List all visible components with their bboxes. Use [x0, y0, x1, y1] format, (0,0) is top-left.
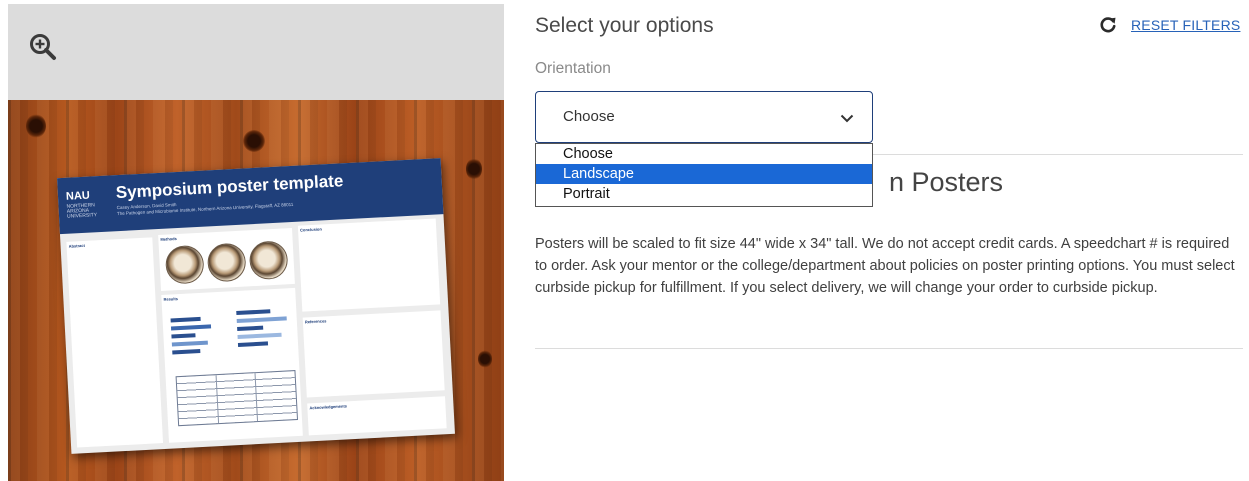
- refresh-icon[interactable]: [1099, 16, 1117, 34]
- product-image-panel: NAU NORTHERN ARIZONA UNIVERSITY Symposiu…: [8, 4, 504, 481]
- reset-filters-button[interactable]: RESET FILTERS: [1099, 16, 1240, 34]
- poster-results: Results: [161, 287, 303, 443]
- options-heading: Select your options: [535, 14, 714, 37]
- logo-subtext: NORTHERN ARIZONA UNIVERSITY: [66, 202, 98, 220]
- chart-bar: [237, 341, 269, 347]
- zoom-in-icon[interactable]: [28, 32, 58, 62]
- chevron-down-icon: [840, 114, 854, 123]
- chart-bar: [236, 316, 287, 324]
- orientation-selected-value: Choose: [563, 108, 615, 125]
- petri-dish-image: [164, 244, 205, 285]
- poster-methods-label: Methods: [160, 236, 177, 242]
- poster-results-label: Results: [163, 296, 179, 302]
- poster-abstract: Abstract: [66, 237, 164, 448]
- orientation-select[interactable]: Choose: [535, 91, 873, 143]
- section-divider: [535, 348, 1243, 349]
- orientation-label: Orientation: [535, 60, 611, 77]
- poster-abstract-label: Abstract: [68, 242, 85, 249]
- poster-acknowledgements: Acknowledgements: [307, 396, 447, 436]
- poster-conclusion: Conclusion: [297, 218, 441, 312]
- poster-references: References: [302, 310, 445, 398]
- poster-methods: Methods: [158, 228, 295, 291]
- chart-bar: [170, 316, 201, 323]
- dropdown-option-landscape[interactable]: Landscape: [536, 164, 872, 184]
- reset-filters-label[interactable]: RESET FILTERS: [1131, 17, 1240, 33]
- poster-acknowledgements-label: Acknowledgements: [309, 403, 348, 411]
- wood-knot: [478, 350, 492, 368]
- petri-dish-image: [206, 242, 247, 283]
- dropdown-option-choose[interactable]: Choose: [536, 144, 872, 164]
- zoom-bar: [8, 4, 504, 100]
- dropdown-option-portrait[interactable]: Portrait: [536, 184, 872, 204]
- poster-preview: NAU NORTHERN ARIZONA UNIVERSITY Symposiu…: [57, 158, 455, 454]
- results-table: [175, 370, 299, 427]
- chart-bar: [172, 348, 201, 355]
- chart-bar: [236, 309, 271, 316]
- poster-conclusion-label: Conclusion: [299, 226, 322, 233]
- logo-text: NAU: [65, 189, 91, 203]
- product-description: Posters will be scaled to fit size 44" w…: [535, 236, 1235, 296]
- chart-bar: [170, 324, 212, 331]
- chart-bar: [171, 333, 196, 339]
- poster-references-label: References: [304, 318, 327, 325]
- wood-knot: [466, 158, 482, 180]
- petri-dish-image: [248, 240, 289, 281]
- wood-knot: [26, 114, 46, 138]
- chart-bar: [237, 332, 282, 340]
- chart-bar: [171, 340, 208, 347]
- wood-knot: [243, 130, 265, 152]
- chart-bar: [237, 325, 264, 332]
- nau-logo: NAU NORTHERN ARIZONA UNIVERSITY: [66, 190, 107, 220]
- orientation-dropdown-list[interactable]: Choose Landscape Portrait: [535, 143, 873, 207]
